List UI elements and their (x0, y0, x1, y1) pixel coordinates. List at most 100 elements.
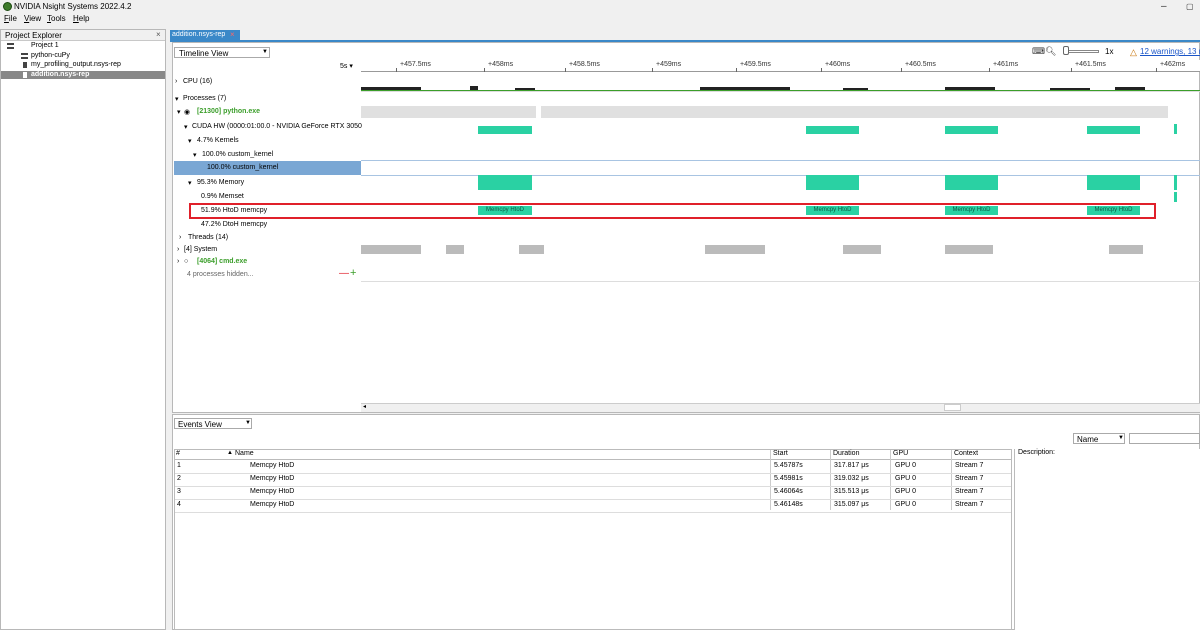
keyboard-icon[interactable]: ⌨ (1032, 46, 1045, 57)
file-icon (23, 62, 27, 68)
file-icon (23, 72, 27, 78)
report-item-selected[interactable]: addition.nsys-rep (1, 71, 165, 79)
menu-file[interactable]: File (4, 14, 17, 23)
row-duration: 315.513 μs (834, 488, 869, 495)
chevron-down-icon[interactable]: ▾ (188, 137, 192, 145)
memory-bar[interactable] (478, 175, 532, 190)
chevron-right-icon[interactable]: › (175, 78, 177, 85)
ruler-tick (1156, 68, 1157, 72)
cpu-usage-block (843, 88, 868, 90)
tree-row-memory[interactable]: ▾ 95.3% Memory (174, 176, 361, 190)
system-track-block (519, 245, 544, 254)
system-track-block (945, 245, 993, 254)
scale-select[interactable]: 5s ▾ (340, 62, 353, 70)
description-label: Description: (1018, 449, 1055, 456)
minimize-button[interactable]: – (1161, 1, 1167, 12)
chevron-down-icon[interactable]: ▾ (188, 179, 192, 187)
table-row[interactable] (175, 461, 1011, 473)
menu-view[interactable]: View (24, 14, 41, 23)
kernel-bar[interactable] (1087, 126, 1140, 134)
memset-bar[interactable] (1174, 192, 1177, 202)
ruler-tick (652, 68, 653, 72)
tree-row-cmd-process[interactable]: › ○ [4064] cmd.exe (174, 255, 361, 269)
project-item[interactable]: python-cuPy (1, 52, 165, 60)
tree-row-kernels[interactable]: ▾ 4.7% Kernels (174, 134, 361, 148)
project-item[interactable]: Project 1 (1, 42, 165, 50)
kernel-bar[interactable] (806, 126, 859, 134)
chevron-right-icon[interactable]: › (177, 246, 179, 253)
view-select[interactable]: Timeline View ▼ (174, 47, 270, 58)
htod-highlight-box (189, 203, 1156, 219)
tree-row-cuda-hw[interactable]: ▾ CUDA HW (0000:01:00.0 - NVIDIA GeForce… (174, 120, 362, 134)
events-view-select[interactable]: Events View ▼ (174, 418, 252, 429)
ruler-tick (901, 68, 902, 72)
menu-tools[interactable]: Tools (47, 14, 66, 23)
chevron-down-icon[interactable]: ▾ (175, 95, 179, 103)
row-name: Memcpy HtoD (250, 462, 295, 469)
timeline-scrollbar[interactable] (361, 403, 1200, 412)
cpu-usage-block (700, 87, 790, 90)
table-row[interactable] (175, 500, 1011, 512)
kernel-bar[interactable] (1174, 124, 1177, 134)
close-icon[interactable]: × (230, 30, 235, 39)
tree-row-cpu[interactable]: › CPU (16) (174, 75, 361, 89)
close-icon[interactable]: × (156, 30, 161, 39)
zoom-icon[interactable]: 🔍︎ (1045, 46, 1056, 57)
kernel-bar[interactable] (945, 126, 998, 134)
tree-row-dtoh[interactable]: 47.2% DtoH memcpy (174, 218, 361, 232)
process-radio-icon: ○ (184, 258, 189, 265)
chevron-down-icon[interactable]: ▾ (193, 151, 197, 159)
ruler-tick-label: +461ms (993, 61, 1019, 68)
remove-icon[interactable]: — (339, 268, 349, 279)
tree-row-processes[interactable]: ▾ Processes (7) (174, 92, 361, 106)
cpu-usage-block (945, 87, 995, 90)
memory-bar[interactable] (1174, 175, 1177, 190)
report-item[interactable]: my_profiling_output.nsys-rep (1, 61, 165, 69)
tree-row-hidden-processes: 4 processes hidden... — + (187, 267, 357, 279)
zoom-slider-handle[interactable] (1063, 46, 1069, 55)
tree-row-memset[interactable]: 0.9% Memset (174, 190, 361, 204)
nsight-logo-icon (3, 2, 12, 11)
chevron-right-icon[interactable]: › (177, 258, 179, 265)
chevron-down-icon: ▼ (1118, 435, 1124, 441)
project-explorer-header: Project Explorer × (1, 30, 165, 41)
row-divider (175, 512, 1011, 513)
ruler-tick-label: +458ms (488, 61, 514, 68)
cpu-usage-block (1050, 88, 1090, 90)
kernel-bar[interactable] (478, 126, 532, 134)
scrollbar-thumb[interactable] (944, 404, 961, 411)
warnings-link[interactable]: 12 warnings, 13 me (1140, 47, 1200, 56)
cpu-usage-block (1115, 87, 1145, 90)
project-explorer-title: Project Explorer (5, 31, 62, 40)
ruler-tick-label: +461.5ms (1075, 61, 1106, 68)
tree-row-python-process[interactable]: ▾ ◉ [21300] python.exe (174, 105, 361, 119)
row-context: Stream 7 (955, 462, 984, 469)
cpu-usage-block (470, 86, 478, 90)
chevron-right-icon[interactable]: › (179, 234, 181, 241)
memory-bar[interactable] (1087, 175, 1140, 190)
table-row[interactable] (175, 474, 1011, 486)
ruler-tick (989, 68, 990, 72)
memory-bar[interactable] (806, 175, 859, 190)
memory-bar[interactable] (945, 175, 998, 190)
ruler-tick (396, 68, 397, 72)
table-row[interactable] (175, 487, 1011, 499)
ruler-tick-label: +457.5ms (400, 61, 431, 68)
ruler-tick-label: +460.5ms (905, 61, 936, 68)
add-icon[interactable]: + (350, 267, 356, 279)
chevron-down-icon: ▼ (262, 49, 268, 55)
tree-row-custom-kernel[interactable]: 100.0% custom_kernel (174, 161, 361, 175)
chevron-down-icon[interactable]: ▾ (184, 123, 188, 131)
filter-input[interactable] (1129, 433, 1200, 444)
row-duration: 317.817 μs (834, 462, 869, 469)
menu-help[interactable]: Help (73, 14, 89, 23)
row-start: 5.45981s (774, 475, 803, 482)
scroll-left-icon[interactable]: ◂ (363, 403, 366, 410)
chevron-down-icon[interactable]: ▾ (177, 108, 181, 116)
tab-addition-report[interactable]: addition.nsys-rep × (170, 30, 240, 40)
row-duration: 315.097 μs (834, 501, 869, 508)
filter-column-select[interactable]: Name ▼ (1073, 433, 1125, 444)
tree-row-custom-kernel-group[interactable]: ▾ 100.0% custom_kernel (174, 148, 361, 162)
row-index: 4 (177, 501, 181, 508)
restore-button[interactable]: ▢ (1186, 2, 1194, 11)
